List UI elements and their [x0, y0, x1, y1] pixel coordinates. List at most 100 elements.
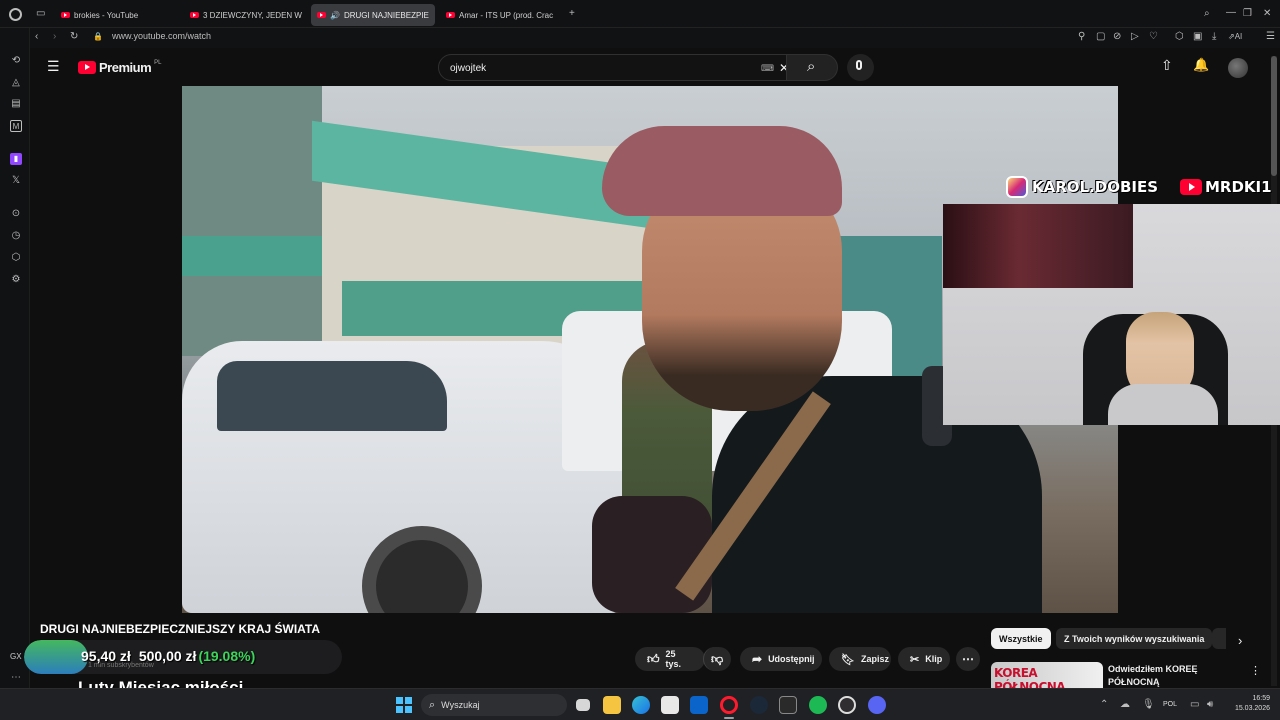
save-button[interactable]: 🔖︎ Zapisz [829, 647, 891, 671]
workspace-icon[interactable]: ▤ [10, 98, 22, 110]
network-icon[interactable]: ▭ [1190, 700, 1199, 710]
youtube-logo-icon [1180, 179, 1202, 195]
chevron-right-icon[interactable]: › [1238, 634, 1242, 647]
aria-ai-icon[interactable]: ⇗AI [1228, 32, 1242, 42]
share-button[interactable]: ➦ Udostępnij [740, 647, 822, 671]
epic-games-icon[interactable] [779, 696, 797, 714]
more-actions-button[interactable]: ⋯ [956, 647, 980, 671]
back-icon[interactable]: ‹ [35, 32, 38, 42]
edge-icon[interactable] [632, 696, 650, 714]
avatar[interactable] [1228, 58, 1248, 78]
maximize-icon[interactable]: ❐ [1243, 9, 1252, 19]
donation-goal-fill [24, 640, 88, 674]
recommendation-title[interactable]: Odwiedziłem KOREĘ PÓŁNOCNĄ [1108, 663, 1198, 689]
aria-icon[interactable]: ◬ [10, 77, 22, 89]
close-window-icon[interactable]: ✕ [1263, 9, 1271, 19]
more-icon[interactable]: ⋯ [10, 672, 22, 684]
opera-logo-icon[interactable] [9, 8, 22, 21]
extensions-icon[interactable]: ⬡ [1175, 32, 1184, 42]
webcam-overlay [943, 204, 1280, 425]
upload-icon[interactable]: ⇧ [1161, 58, 1173, 72]
language-indicator[interactable]: POL [1163, 701, 1177, 708]
settings-icon[interactable]: ⚙ [10, 274, 22, 286]
messenger-icon[interactable]: M [10, 120, 22, 132]
youtube-handle-text: MRDKI1 [1205, 178, 1272, 196]
file-explorer-icon[interactable] [603, 696, 621, 714]
subject-cap [602, 126, 842, 216]
filter-chip-next[interactable] [1212, 628, 1226, 649]
scissors-icon: ✂ [910, 653, 920, 666]
more-icon: ⋯ [962, 652, 974, 666]
clock[interactable]: 16:59 15.03.2026 [1226, 694, 1270, 714]
microphone-tray-icon[interactable]: 🎙︎ [1142, 700, 1155, 710]
tab-drugi-najniebezpieczniejszy[interactable]: 🔊 DRUGI NAJNIEBEZPIE [311, 4, 435, 26]
x-twitter-icon[interactable]: 𝕏 [10, 175, 22, 187]
outlook-icon[interactable] [690, 696, 708, 714]
tab-list-icon[interactable]: ▭ [36, 9, 45, 19]
tab-amar-its-up[interactable]: Amar - ITS UP (prod. Crac [440, 4, 562, 26]
filter-chip-from-search[interactable]: Z Twoich wyników wyszukiwania [1056, 628, 1213, 649]
history-icon[interactable]: ⟲ [10, 55, 22, 67]
volume-icon[interactable]: 🔊︎ [1207, 700, 1213, 710]
steam-icon[interactable] [750, 696, 768, 714]
recommendation-item[interactable]: KOREA PÓŁNOCNA Odwiedziłem KOREĘ PÓŁNOCN… [991, 662, 1271, 688]
youtube-favicon-icon [190, 12, 199, 18]
recommendation-menu-icon[interactable]: ⋮ [1250, 664, 1261, 677]
store-icon[interactable] [661, 696, 679, 714]
voice-search-button[interactable] [847, 54, 874, 81]
minimize-icon[interactable]: — [1226, 8, 1236, 18]
heart-icon[interactable]: ♡ [1149, 32, 1158, 42]
tab-3-dziewczyny[interactable]: 3 DZIEWCZYNY, JEDEN W [184, 4, 306, 26]
new-tab-icon[interactable]: + [569, 9, 575, 19]
notifications-bell-icon[interactable]: 🔔 [1193, 58, 1209, 71]
discord-icon[interactable] [868, 696, 886, 714]
dislike-button[interactable]: 👎︎ [703, 647, 731, 671]
instagram-handle: KAROL.DOBIES [1006, 176, 1158, 198]
obs-icon[interactable] [838, 696, 856, 714]
snapshot-icon[interactable]: ▢ [1096, 32, 1105, 42]
search-input[interactable]: ojwojtek ⌨ ✕ [438, 54, 789, 81]
suv-window [217, 361, 447, 431]
windows-start-icon[interactable] [396, 697, 412, 713]
thumbnail-text: KOREA PÓŁNOCNA [994, 666, 1066, 688]
address-bar: ‹ › ↻ 🔒 www.youtube.com/watch ⚲ ▢ ⊘ ▷ ♡ … [30, 28, 1280, 48]
pin-icon[interactable]: ⚲ [1078, 32, 1085, 42]
download-icon[interactable]: ⤓ [1212, 32, 1216, 42]
chevron-up-icon[interactable]: ⌃ [1100, 700, 1108, 710]
reload-icon[interactable]: ↻ [70, 32, 78, 42]
cloud-icon[interactable]: ☁ [1120, 700, 1130, 710]
tab-label: DRUGI NAJNIEBEZPIE [343, 10, 429, 20]
menu-icon[interactable]: ☰ [1266, 32, 1275, 42]
taskbar-search[interactable]: ⌕ Wyszukaj [421, 694, 567, 716]
hamburger-menu-icon[interactable]: ☰ [47, 59, 60, 73]
player-icon[interactable]: ⊙ [10, 208, 22, 220]
clip-button[interactable]: ✂ Klip [898, 647, 950, 671]
twitch-icon[interactable]: ▮ [10, 153, 22, 165]
clock-icon[interactable]: ◷ [10, 230, 22, 242]
wallet-icon[interactable]: ▣ [1193, 32, 1202, 42]
tab-brokies[interactable]: brokies - YouTube [55, 4, 181, 26]
scrollbar-thumb[interactable] [1271, 56, 1277, 176]
thumbs-down-icon: 👎︎ [711, 651, 724, 666]
adblock-icon[interactable]: ⊘ [1113, 32, 1121, 42]
url-field[interactable]: www.youtube.com/watch [112, 31, 211, 41]
search-button[interactable]: ⌕ [786, 54, 838, 81]
search-tabs-icon[interactable]: ⌕ [1204, 9, 1210, 19]
task-view-icon[interactable] [576, 699, 590, 711]
filter-chip-all[interactable]: Wszystkie [991, 628, 1051, 649]
extensions-sidebar-icon[interactable]: ⬡ [10, 252, 22, 264]
spotify-icon[interactable] [809, 696, 827, 714]
youtube-premium-logo[interactable]: Premium PL [78, 60, 161, 75]
clip-label: Klip [925, 654, 943, 664]
forward-icon[interactable]: › [53, 32, 56, 42]
youtube-header: ☰ Premium PL ojwojtek ⌨ ✕ ⌕ ⇧ 🔔 [30, 48, 1280, 86]
play-icon[interactable]: ▷ [1131, 32, 1139, 42]
opera-sidebar: ⟲ ◬ ▤ M ▮ 𝕏 ⊙ ◷ ⬡ ⚙ ⋯ [0, 28, 30, 688]
youtube-handle: MRDKI1 [1180, 178, 1272, 196]
opera-icon[interactable] [720, 696, 738, 714]
building-roof [182, 236, 332, 276]
keyboard-icon[interactable]: ⌨ [761, 63, 774, 74]
recommendation-thumbnail[interactable]: KOREA PÓŁNOCNA [991, 662, 1103, 688]
like-button[interactable]: 👍︎ 25 tys. [635, 647, 705, 671]
search-input-value: ojwojtek [450, 63, 487, 74]
